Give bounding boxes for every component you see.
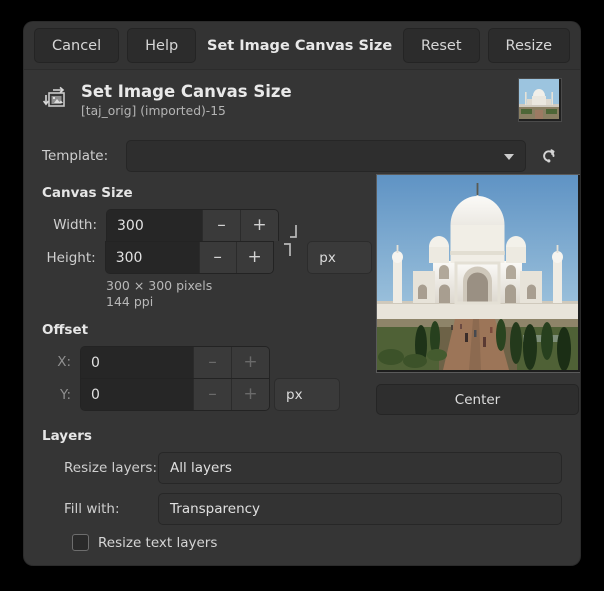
width-increment-button[interactable]: + bbox=[240, 210, 278, 241]
offset-x-decrement-button[interactable]: – bbox=[193, 347, 231, 378]
height-spinner: 300 – + bbox=[105, 241, 274, 274]
image-header: Set Image Canvas Size [taj_orig] (import… bbox=[42, 82, 562, 128]
preview-column: Center bbox=[372, 172, 580, 415]
width-spinner: 300 – + bbox=[106, 209, 279, 241]
canvas-size-ppi: 144 ppi bbox=[106, 294, 372, 310]
offset-x-spinner: 0 – + bbox=[80, 346, 270, 378]
offset-x-increment-button[interactable]: + bbox=[231, 347, 269, 378]
canvas-size-unit-value: px bbox=[319, 250, 336, 266]
height-label: Height: bbox=[42, 250, 105, 266]
fill-with-row: Fill with: Transparency bbox=[42, 493, 562, 525]
dialog-body: Set Image Canvas Size [taj_orig] (import… bbox=[24, 70, 580, 565]
resize-text-layers-row: Resize text layers bbox=[42, 534, 562, 551]
cancel-button[interactable]: Cancel bbox=[34, 28, 119, 63]
resize-text-layers-checkbox[interactable] bbox=[72, 534, 89, 551]
template-label: Template: bbox=[42, 148, 116, 164]
height-increment-button[interactable]: + bbox=[236, 242, 273, 273]
image-header-title: Set Image Canvas Size bbox=[81, 82, 507, 102]
image-header-subtitle: [taj_orig] (imported)-15 bbox=[81, 103, 507, 119]
offset-unit-value: px bbox=[286, 387, 303, 403]
settings-column: Canvas Size Width: 300 – + bbox=[42, 172, 372, 415]
image-header-texts: Set Image Canvas Size [taj_orig] (import… bbox=[81, 82, 507, 119]
offset-y-input[interactable]: 0 bbox=[81, 379, 193, 410]
offset-y-decrement-button[interactable]: – bbox=[193, 379, 231, 410]
resize-layers-value: All layers bbox=[170, 460, 232, 476]
resize-text-layers-label[interactable]: Resize text layers bbox=[98, 535, 217, 551]
canvas-size-info: 300 × 300 pixels 144 ppi bbox=[106, 278, 372, 310]
offset-x-row: X: 0 – + bbox=[42, 346, 372, 378]
width-decrement-button[interactable]: – bbox=[202, 210, 240, 241]
fill-with-dropdown[interactable]: Transparency bbox=[158, 493, 562, 525]
chevron-down-icon bbox=[504, 154, 514, 160]
offset-y-label: Y: bbox=[42, 387, 80, 403]
resize-layers-label: Resize layers: bbox=[42, 460, 158, 476]
chain-broken-icon-top[interactable] bbox=[285, 209, 305, 241]
template-row: Template: bbox=[42, 140, 562, 172]
canvas-size-section-title: Canvas Size bbox=[42, 185, 372, 201]
offset-y-spinner: 0 – + bbox=[80, 378, 270, 411]
dialog-title: Set Image Canvas Size bbox=[204, 38, 395, 54]
offset-x-label: X: bbox=[42, 354, 80, 370]
height-row: Height: 300 – + px bbox=[42, 241, 372, 274]
help-button[interactable]: Help bbox=[127, 28, 196, 63]
width-label: Width: bbox=[42, 217, 106, 233]
canvas-size-pixels: 300 × 300 pixels bbox=[106, 278, 372, 294]
width-input[interactable]: 300 bbox=[107, 210, 202, 241]
set-image-canvas-size-dialog: Cancel Help Set Image Canvas Size Reset … bbox=[24, 22, 580, 565]
fill-with-value: Transparency bbox=[170, 501, 260, 517]
width-row: Width: 300 – + bbox=[42, 209, 372, 241]
reset-button[interactable]: Reset bbox=[403, 28, 480, 63]
resize-layers-dropdown[interactable]: All layers bbox=[158, 452, 562, 484]
dialog-titlebar: Cancel Help Set Image Canvas Size Reset … bbox=[24, 22, 580, 70]
height-decrement-button[interactable]: – bbox=[199, 242, 236, 273]
image-thumbnail bbox=[518, 78, 562, 122]
offset-y-row: Y: 0 – + px bbox=[42, 378, 372, 411]
canvas-size-unit-dropdown[interactable]: px bbox=[307, 241, 372, 274]
height-input[interactable]: 300 bbox=[106, 242, 199, 273]
offset-unit-dropdown[interactable]: px bbox=[274, 378, 340, 411]
resize-button[interactable]: Resize bbox=[488, 28, 570, 63]
offset-y-increment-button[interactable]: + bbox=[231, 379, 269, 410]
layers-section-title: Layers bbox=[42, 428, 562, 444]
offset-section-title: Offset bbox=[42, 322, 372, 338]
canvas-size-icon bbox=[42, 85, 70, 113]
chain-broken-icon-bottom[interactable] bbox=[280, 241, 300, 274]
template-reset-icon[interactable] bbox=[536, 143, 562, 169]
resize-layers-row: Resize layers: All layers bbox=[42, 452, 562, 484]
main-columns: Canvas Size Width: 300 – + bbox=[42, 172, 562, 415]
template-dropdown[interactable] bbox=[126, 140, 526, 172]
canvas-preview[interactable] bbox=[376, 174, 580, 373]
fill-with-label: Fill with: bbox=[42, 501, 158, 517]
center-button[interactable]: Center bbox=[376, 384, 579, 415]
offset-x-input[interactable]: 0 bbox=[81, 347, 193, 378]
